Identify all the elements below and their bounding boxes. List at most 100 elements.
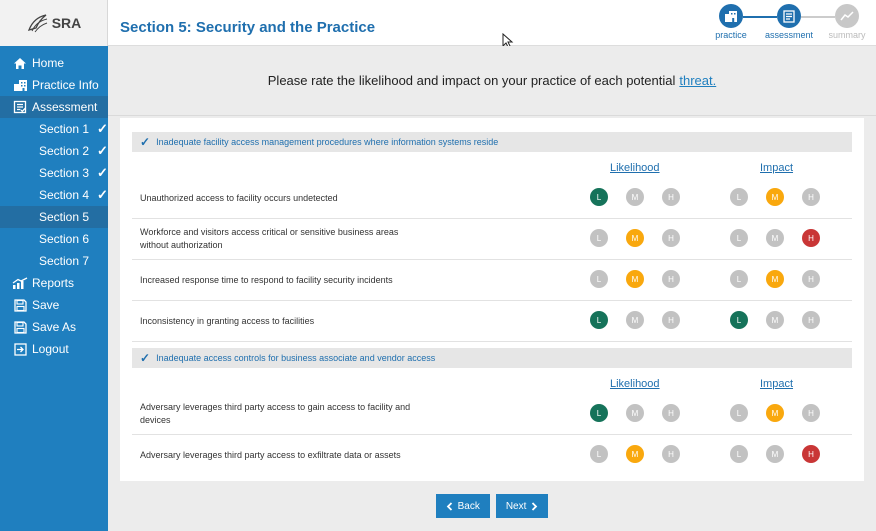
rating-l-button[interactable]: L — [590, 229, 608, 247]
logo-area: SRA — [0, 0, 108, 46]
sidebar-item-section-6[interactable]: Section 6 — [0, 228, 108, 250]
save-as-icon — [12, 320, 28, 334]
header: Section 5: Security and the Practice pra… — [108, 0, 876, 49]
impact-header[interactable]: Impact — [760, 378, 793, 390]
nav-label: Section 2 — [39, 144, 90, 158]
threat-row: Adversary leverages third party access t… — [132, 435, 852, 476]
rating-h-button[interactable]: H — [802, 229, 820, 247]
rating-h-button[interactable]: H — [662, 445, 680, 463]
rating-h-button[interactable]: H — [662, 188, 680, 206]
nav-label: Section 7 — [39, 254, 90, 268]
rating-m-button[interactable]: M — [626, 311, 644, 329]
rating-h-button[interactable]: H — [802, 188, 820, 206]
rating-m-button[interactable]: M — [766, 445, 784, 463]
step-assessment[interactable]: assessment — [760, 4, 835, 40]
rating-h-button[interactable]: H — [802, 311, 820, 329]
sidebar-item-home[interactable]: Home — [0, 52, 108, 74]
sidebar-nav: Home Practice Info Assessment Section 1 ✓ Sec… — [0, 52, 108, 360]
nav-label: Save As — [32, 320, 77, 334]
step-summary[interactable]: summary — [818, 4, 876, 40]
rating-l-button[interactable]: L — [590, 445, 608, 463]
threat-link[interactable]: threat. — [679, 73, 716, 88]
rating-h-button[interactable]: H — [662, 404, 680, 422]
rating-m-button[interactable]: M — [626, 270, 644, 288]
rating-m-button[interactable]: M — [626, 229, 644, 247]
rating-h-button[interactable]: H — [802, 404, 820, 422]
impact-rating-group: LMH — [730, 445, 820, 463]
rating-h-button[interactable]: H — [662, 229, 680, 247]
rating-m-button[interactable]: M — [626, 445, 644, 463]
rating-column-headers: Likelihood Impact — [132, 368, 852, 394]
rating-l-button[interactable]: L — [730, 311, 748, 329]
threat-description: Unauthorized access to facility occurs u… — [140, 192, 338, 203]
likelihood-header[interactable]: Likelihood — [610, 162, 660, 174]
threat-group-title: Inadequate facility access management pr… — [156, 137, 499, 147]
likelihood-rating-group: LMH — [590, 404, 680, 422]
rating-m-button[interactable]: M — [766, 311, 784, 329]
check-icon: ✓ — [97, 143, 108, 158]
rating-l-button[interactable]: L — [590, 311, 608, 329]
likelihood-rating-group: LMH — [590, 270, 680, 288]
rating-l-button[interactable]: L — [730, 229, 748, 247]
rating-m-button[interactable]: M — [626, 404, 644, 422]
sidebar-item-section-1[interactable]: Section 1 ✓ — [0, 118, 108, 140]
rating-m-button[interactable]: M — [766, 404, 784, 422]
rating-l-button[interactable]: L — [590, 270, 608, 288]
check-icon: ✓ — [140, 351, 151, 365]
threat-row: Increased response time to respond to fa… — [132, 260, 852, 301]
sidebar-item-save-as[interactable]: Save As — [0, 316, 108, 338]
sidebar-item-reports[interactable]: Reports — [0, 272, 108, 294]
rating-l-button[interactable]: L — [590, 404, 608, 422]
nav-label: Section 1 — [39, 122, 90, 136]
rating-m-button[interactable]: M — [766, 270, 784, 288]
next-button[interactable]: Next — [495, 494, 549, 518]
rating-l-button[interactable]: L — [730, 188, 748, 206]
nav-label: Section 6 — [39, 232, 90, 246]
rating-column-headers: Likelihood Impact — [132, 152, 852, 178]
likelihood-header[interactable]: Likelihood — [610, 378, 660, 390]
threat-group-header[interactable]: ✓ Inadequate access controls for business… — [132, 348, 852, 368]
sidebar-item-logout[interactable]: Logout — [0, 338, 108, 360]
sidebar: SRA Home Practice Info Assessment Section 1… — [0, 0, 108, 531]
sidebar-item-section-5[interactable]: Section 5 — [0, 206, 108, 228]
rating-h-button[interactable]: H — [662, 311, 680, 329]
sidebar-item-section-2[interactable]: Section 2 ✓ — [0, 140, 108, 162]
step-practice[interactable]: practice — [702, 4, 777, 40]
rating-m-button[interactable]: M — [626, 188, 644, 206]
step-label: summary — [828, 30, 866, 40]
likelihood-rating-group: LMH — [590, 311, 680, 329]
main-area: Please rate the likelihood and impact on… — [108, 46, 876, 531]
impact-rating-group: LMH — [730, 404, 820, 422]
rating-h-button[interactable]: H — [802, 445, 820, 463]
rating-l-button[interactable]: L — [730, 445, 748, 463]
sidebar-item-practice-info[interactable]: Practice Info — [0, 74, 108, 96]
assessment-step-icon — [777, 4, 801, 28]
sidebar-item-save[interactable]: Save — [0, 294, 108, 316]
step-label: practice — [715, 30, 747, 40]
rating-m-button[interactable]: M — [766, 188, 784, 206]
back-button[interactable]: Back — [435, 494, 490, 518]
nav-label: Logout — [32, 342, 69, 356]
rating-l-button[interactable]: L — [730, 270, 748, 288]
rating-h-button[interactable]: H — [662, 270, 680, 288]
nav-label: Section 4 — [39, 188, 90, 202]
sidebar-item-section-7[interactable]: Section 7 — [0, 250, 108, 272]
impact-rating-group: LMH — [730, 311, 820, 329]
nav-label: Practice Info — [32, 78, 99, 92]
check-icon: ✓ — [140, 135, 151, 149]
rating-l-button[interactable]: L — [590, 188, 608, 206]
sidebar-item-section-4[interactable]: Section 4 ✓ — [0, 184, 108, 206]
rating-h-button[interactable]: H — [802, 270, 820, 288]
footer-nav: Back Next — [120, 481, 864, 531]
next-label: Next — [505, 500, 527, 512]
impact-rating-group: LMH — [730, 270, 820, 288]
sidebar-item-assessment[interactable]: Assessment — [0, 96, 108, 118]
sidebar-item-section-3[interactable]: Section 3 ✓ — [0, 162, 108, 184]
impact-header[interactable]: Impact — [760, 162, 793, 174]
rating-l-button[interactable]: L — [730, 404, 748, 422]
threat-group-header[interactable]: ✓ Inadequate facility access management p… — [132, 132, 852, 152]
rating-m-button[interactable]: M — [766, 229, 784, 247]
save-icon — [12, 298, 28, 312]
threat-description: Adversary leverages third party access t… — [140, 450, 401, 460]
hhs-eagle-icon — [27, 14, 47, 33]
